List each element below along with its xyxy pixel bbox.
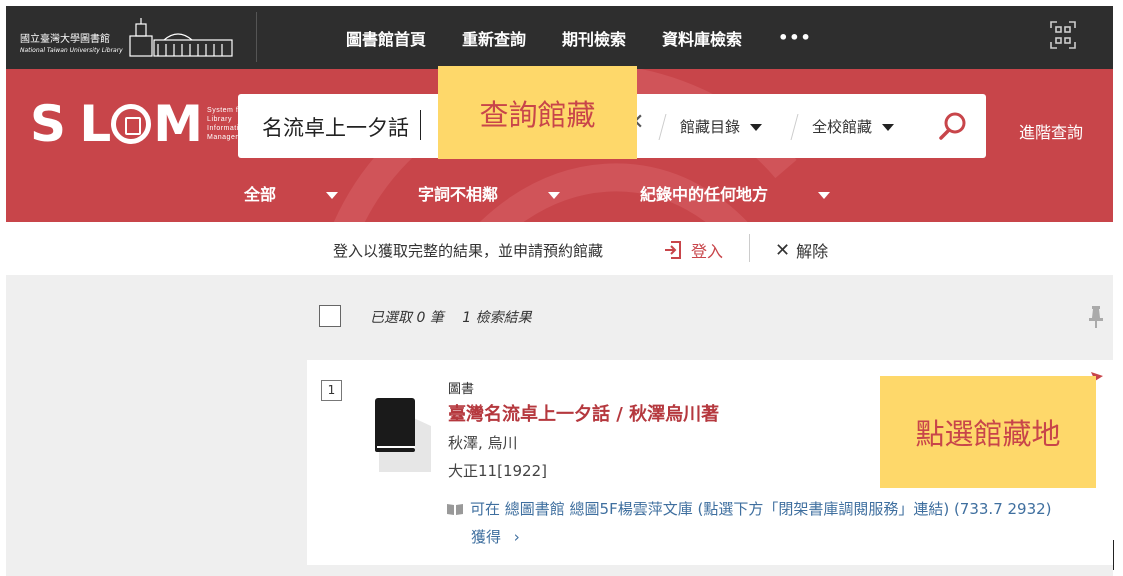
advanced-search-link[interactable]: 進階查詢: [1019, 119, 1083, 143]
logo-name-zh: 國立臺灣大學圖書館: [20, 34, 110, 45]
search-filters: 全部 字詞不相鄰 紀錄中的任何地方: [244, 181, 910, 205]
search-icon[interactable]: [938, 111, 968, 141]
close-icon: ✕: [775, 239, 791, 261]
page: 國立臺灣大學圖書館 National Taiwan University Lib…: [0, 0, 1123, 576]
nav-new-search[interactable]: 重新查詢: [462, 26, 526, 50]
top-nav: 圖書館首頁 重新查詢 期刊檢索 資料庫檢索 •••: [346, 6, 848, 69]
text-cursor: [420, 110, 421, 140]
top-navigation-bar: 國立臺灣大學圖書館 National Taiwan University Lib…: [6, 6, 1113, 69]
slim-wordmark: S LM: [30, 95, 203, 153]
result-count: 1 檢索結果: [462, 310, 532, 326]
availability-link[interactable]: 可在 總圖書館 總圖5F楊雲萍文庫 (點選下方「閉架書庫調閱服務」連結) (73…: [446, 498, 1052, 519]
more-menu-icon[interactable]: •••: [778, 28, 812, 47]
slim-book-icon: [111, 104, 152, 144]
chevron-down-icon: [882, 124, 895, 131]
logo-name-en: National Taiwan University Library: [20, 47, 123, 54]
book-icon: [375, 398, 431, 472]
select-location-callout: 點選館藏地: [880, 376, 1096, 488]
sign-in-icon: [665, 241, 681, 259]
chevron-down-icon: [818, 192, 831, 199]
qr-code-icon[interactable]: [1049, 20, 1077, 50]
get-label: 獲得: [471, 528, 502, 546]
result-author: 秋澤, 烏川: [448, 434, 518, 452]
filter-material-type[interactable]: 全部: [244, 181, 378, 205]
login-divider: [749, 234, 750, 262]
top-divider: [256, 12, 257, 62]
material-type: 圖書: [448, 382, 475, 397]
search-separator: [658, 114, 667, 140]
dismiss-button[interactable]: ✕ 解除: [775, 238, 828, 262]
catalog-scope-dropdown[interactable]: 館藏目錄: [680, 116, 763, 137]
campus-scope-dropdown[interactable]: 全校館藏: [812, 116, 895, 137]
filter-search-field[interactable]: 紀錄中的任何地方: [640, 181, 870, 205]
chevron-down-icon: [326, 192, 339, 199]
chevron-down-icon: [750, 124, 763, 131]
login-button[interactable]: 登入: [663, 238, 723, 262]
nav-database-search[interactable]: 資料庫檢索: [662, 26, 742, 50]
get-link[interactable]: 獲得 ›: [471, 526, 520, 547]
scroll-indicator: [1113, 540, 1114, 570]
nav-journal-search[interactable]: 期刊檢索: [562, 26, 626, 50]
chevron-right-icon: ›: [513, 528, 520, 546]
search-separator: [790, 114, 799, 140]
results-summary: 已選取 0 筆 1 檢索結果: [370, 307, 532, 327]
catalog-scope-label: 館藏目錄: [680, 118, 741, 136]
nav-library-home[interactable]: 圖書館首頁: [346, 26, 426, 50]
filter-word-proximity[interactable]: 字詞不相鄰: [418, 181, 600, 205]
open-book-icon: [447, 503, 463, 515]
pin-icon[interactable]: [1088, 305, 1104, 329]
slim-logo[interactable]: S LM System for Library Information Mana…: [30, 95, 253, 153]
library-logo[interactable]: 國立臺灣大學圖書館 National Taiwan University Lib…: [20, 14, 240, 62]
chevron-down-icon: [548, 192, 561, 199]
logo-text: 國立臺灣大學圖書館 National Taiwan University Lib…: [20, 34, 123, 56]
availability-text: 可在 總圖書館 總圖5F楊雲萍文庫 (點選下方「閉架書庫調閱服務」連結) (73…: [470, 500, 1052, 518]
result-title[interactable]: 臺灣名流卓上一夕話 / 秋澤烏川著: [448, 400, 719, 426]
result-date: 大正11[1922]: [448, 462, 547, 480]
dismiss-label: 解除: [796, 242, 829, 261]
campus-scope-label: 全校館藏: [812, 118, 873, 136]
library-building-icon: [129, 18, 233, 57]
login-banner: 登入以獲取完整的結果，並申請預約館藏 登入 ✕ 解除: [6, 222, 1113, 275]
login-message: 登入以獲取完整的結果，並申請預約館藏: [333, 242, 604, 260]
select-all-checkbox[interactable]: [319, 305, 341, 327]
login-label: 登入: [691, 242, 724, 261]
result-index: 1: [321, 380, 342, 401]
selected-count: 已選取 0 筆: [370, 310, 444, 326]
search-collection-callout: 查詢館藏: [438, 66, 637, 159]
search-input[interactable]: 名流卓上一夕話: [262, 112, 409, 142]
